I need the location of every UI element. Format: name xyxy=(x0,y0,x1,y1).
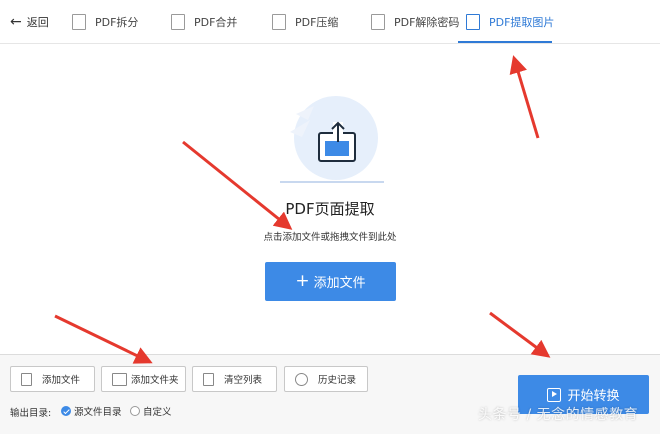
drop-hint: 点击添加文件或拖拽文件到此处 xyxy=(263,232,397,243)
add-file-button-label: 添加文件 xyxy=(313,276,366,291)
toolbar-add-folder-button[interactable]: 添加文件夹 xyxy=(101,366,186,392)
tab-label: PDF压缩 xyxy=(295,16,339,29)
file-add-icon xyxy=(21,372,32,386)
output-custom-radio[interactable]: 自定义 xyxy=(130,404,172,418)
trash-icon xyxy=(203,372,214,386)
back-label: 返回 xyxy=(26,16,49,29)
back-button[interactable]: ← 返回 xyxy=(10,13,49,31)
top-tab-bar: ← 返回 PDF拆分 PDF合并 PDF压缩 PDF解除密码 PDF提取图片 xyxy=(0,0,660,44)
folder-add-icon xyxy=(112,372,127,386)
tab-pdf-compress[interactable]: PDF压缩 xyxy=(272,9,338,35)
page-title: PDF页面提取 xyxy=(285,200,375,218)
toolbar-clear-list-button[interactable]: 清空列表 xyxy=(192,366,277,392)
back-arrow-icon: ← xyxy=(10,14,22,30)
tab-label: PDF提取图片 xyxy=(489,16,555,29)
clock-icon xyxy=(295,372,308,386)
extract-image-icon xyxy=(466,14,480,30)
compress-icon xyxy=(272,14,286,30)
radio-checked-icon xyxy=(61,406,71,416)
tab-label: PDF合并 xyxy=(194,16,238,29)
radio-unchecked-icon xyxy=(130,406,140,416)
output-dir-label: 输出目录: xyxy=(10,408,52,419)
split-icon xyxy=(72,14,86,30)
toolbar-history-label: 历史记录 xyxy=(318,375,357,386)
arrow-to-extract-tab xyxy=(509,55,540,139)
tab-pdf-extract-images[interactable]: PDF提取图片 xyxy=(466,9,554,35)
plus-icon: + xyxy=(295,271,310,291)
add-file-button[interactable]: + 添加文件 xyxy=(265,262,396,301)
tab-pdf-unlock[interactable]: PDF解除密码 xyxy=(371,9,459,35)
toolbar-clear-list-label: 清空列表 xyxy=(224,375,263,386)
tab-label: PDF解除密码 xyxy=(394,16,460,29)
unlock-icon xyxy=(371,14,385,30)
tab-label: PDF拆分 xyxy=(95,16,139,29)
toolbar-add-file-button[interactable]: 添加文件 xyxy=(10,366,95,392)
toolbar-add-file-label: 添加文件 xyxy=(42,375,81,386)
arrow-to-start-button xyxy=(489,311,551,358)
output-source-dir-radio[interactable]: 源文件目录 xyxy=(61,404,122,418)
watermark: 头条号 / 无念的情感教育 xyxy=(478,407,639,423)
upload-icon xyxy=(280,96,384,183)
start-convert-label: 开始转换 xyxy=(567,389,620,404)
radio-label: 源文件目录 xyxy=(74,407,122,418)
top-divider xyxy=(0,43,660,44)
toolbar-history-button[interactable]: 历史记录 xyxy=(284,366,368,392)
tab-pdf-merge[interactable]: PDF合并 xyxy=(171,9,237,35)
radio-label: 自定义 xyxy=(143,407,172,418)
play-icon xyxy=(547,387,562,402)
toolbar-add-folder-label: 添加文件夹 xyxy=(131,375,179,386)
merge-icon xyxy=(171,14,185,30)
tab-pdf-split[interactable]: PDF拆分 xyxy=(72,9,138,35)
upload-illustration[interactable] xyxy=(270,92,390,187)
